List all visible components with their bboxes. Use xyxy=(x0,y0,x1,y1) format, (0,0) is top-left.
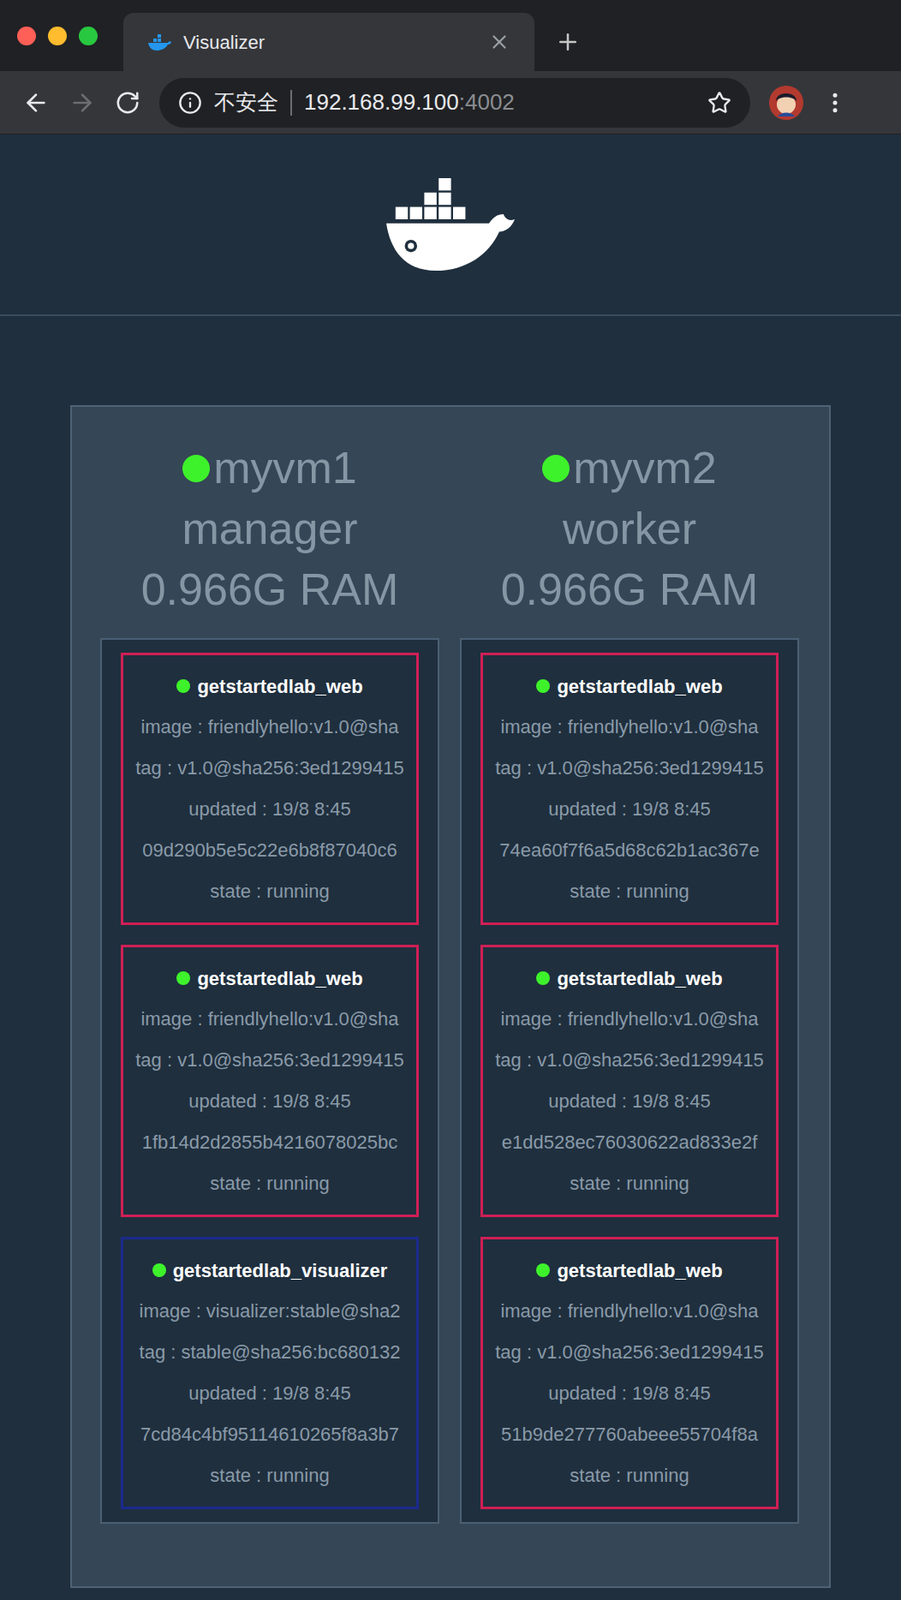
container-image: image : friendlyhello:v1.0@sha xyxy=(131,706,408,748)
container-state: state : running xyxy=(491,1455,768,1497)
container-updated: updated : 19/8 8:45 xyxy=(131,1372,408,1415)
app: Visualizer 不安全 192.168.99.100:4002 myvm1man… xyxy=(0,0,901,1600)
container-list: getstartedlab_webimage : friendlyhello:v… xyxy=(459,638,800,1524)
container-updated: updated : 19/8 8:45 xyxy=(131,1080,408,1122)
url: 192.168.99.100:4002 xyxy=(304,85,696,120)
node-name: myvm1 xyxy=(213,437,358,499)
container-card[interactable]: getstartedlab_webimage : friendlyhello:v… xyxy=(480,652,779,925)
node-ram: 0.966G RAM xyxy=(501,559,759,621)
container-state: state : running xyxy=(131,1163,408,1205)
container-tag: tag : v1.0@sha256:3ed1299415 xyxy=(131,747,408,789)
new-tab-icon[interactable] xyxy=(554,29,581,55)
container-updated: updated : 19/8 8:45 xyxy=(491,788,768,830)
node-role: worker xyxy=(562,498,697,560)
zoom-window-button[interactable] xyxy=(78,26,98,46)
back-icon[interactable] xyxy=(22,89,50,117)
info-icon[interactable] xyxy=(178,90,203,115)
menu-icon[interactable] xyxy=(822,89,848,116)
container-image: image : friendlyhello:v1.0@sha xyxy=(491,1290,768,1332)
node-header: myvm1manager0.966G RAM xyxy=(100,437,440,621)
container-id: 1fb14d2d2855b4216078025bc xyxy=(131,1121,408,1164)
container-image: image : visualizer:stable@sha2 xyxy=(131,1290,408,1332)
container-card[interactable]: getstartedlab_webimage : friendlyhello:v… xyxy=(120,652,419,925)
bookmark-star-icon[interactable] xyxy=(707,90,732,115)
container-title: getstartedlab_web xyxy=(131,665,408,707)
status-dot xyxy=(536,679,550,693)
container-image: image : friendlyhello:v1.0@sha xyxy=(491,998,768,1040)
container-title: getstartedlab_web xyxy=(491,957,768,999)
node-ram: 0.966G RAM xyxy=(141,559,400,621)
container-state: state : running xyxy=(131,1455,408,1497)
page-header xyxy=(0,134,901,317)
profile-avatar-icon[interactable] xyxy=(769,85,804,120)
container-title: getstartedlab_web xyxy=(491,665,768,707)
node-header: myvm2worker0.966G RAM xyxy=(459,437,800,621)
container-tag: tag : v1.0@sha256:3ed1299415 xyxy=(131,1039,408,1081)
container-card[interactable]: getstartedlab_webimage : friendlyhello:v… xyxy=(120,944,419,1218)
node-name: myvm2 xyxy=(572,437,717,499)
node-role: manager xyxy=(181,498,358,560)
status-dot xyxy=(152,1263,167,1277)
omnibox[interactable]: 不安全 192.168.99.100:4002 xyxy=(159,77,751,128)
container-id: 7cd84c4bf95114610265f8a3b7 xyxy=(131,1414,408,1456)
close-tab-icon[interactable] xyxy=(488,30,511,54)
toolbar: 不安全 192.168.99.100:4002 xyxy=(0,71,901,135)
container-image: image : friendlyhello:v1.0@sha xyxy=(491,706,768,748)
container-card[interactable]: getstartedlab_webimage : friendlyhello:v… xyxy=(480,1236,779,1510)
forward-icon[interactable] xyxy=(68,89,96,117)
container-state: state : running xyxy=(131,871,408,913)
docker-logo-icon xyxy=(386,178,515,271)
tab-bar: Visualizer xyxy=(0,0,901,72)
security-label: 不安全 xyxy=(214,86,279,120)
reload-icon[interactable] xyxy=(114,89,141,116)
container-title: getstartedlab_visualizer xyxy=(131,1249,408,1291)
container-tag: tag : v1.0@sha256:3ed1299415 xyxy=(491,747,768,789)
container-card[interactable]: getstartedlab_visualizerimage : visualiz… xyxy=(120,1236,419,1510)
close-window-button[interactable] xyxy=(17,26,36,46)
status-dot xyxy=(176,971,191,985)
container-id: 51b9de277760abeee55704f8a xyxy=(491,1414,768,1456)
node-status-dot xyxy=(182,454,210,483)
container-id: 74ea60f7f6a5d68c62b1ac367e xyxy=(491,829,768,872)
container-title: getstartedlab_web xyxy=(491,1249,768,1291)
status-dot xyxy=(536,971,550,985)
swarm-panel: myvm1manager0.966G RAMgetstartedlab_webi… xyxy=(70,405,831,1588)
container-tag: tag : v1.0@sha256:3ed1299415 xyxy=(491,1331,768,1373)
container-id: 09d290b5e5c22e6b8f87040c6 xyxy=(131,829,408,872)
minimize-window-button[interactable] xyxy=(47,26,67,46)
status-dot xyxy=(176,679,191,693)
container-tag: tag : v1.0@sha256:3ed1299415 xyxy=(491,1039,768,1081)
node-column: myvm2worker0.966G RAMgetstartedlab_webim… xyxy=(459,437,800,1524)
container-list: getstartedlab_webimage : friendlyhello:v… xyxy=(100,638,440,1524)
container-title: getstartedlab_web xyxy=(131,957,408,999)
container-state: state : running xyxy=(491,1163,768,1205)
status-dot xyxy=(536,1263,550,1277)
container-state: state : running xyxy=(491,871,768,913)
node-column: myvm1manager0.966G RAMgetstartedlab_webi… xyxy=(100,437,440,1524)
container-image: image : friendlyhello:v1.0@sha xyxy=(131,998,408,1040)
tab-title: Visualizer xyxy=(183,28,477,57)
docker-favicon-icon xyxy=(147,32,172,52)
browser-tab[interactable]: Visualizer xyxy=(123,12,535,72)
container-updated: updated : 19/8 8:45 xyxy=(491,1372,768,1415)
container-id: e1dd528ec76030622ad833e2f xyxy=(491,1121,768,1164)
container-tag: tag : stable@sha256:bc680132 xyxy=(131,1331,408,1373)
container-card[interactable]: getstartedlab_webimage : friendlyhello:v… xyxy=(480,944,779,1218)
node-status-dot xyxy=(542,454,570,483)
container-updated: updated : 19/8 8:45 xyxy=(491,1080,768,1122)
container-updated: updated : 19/8 8:45 xyxy=(131,788,408,830)
